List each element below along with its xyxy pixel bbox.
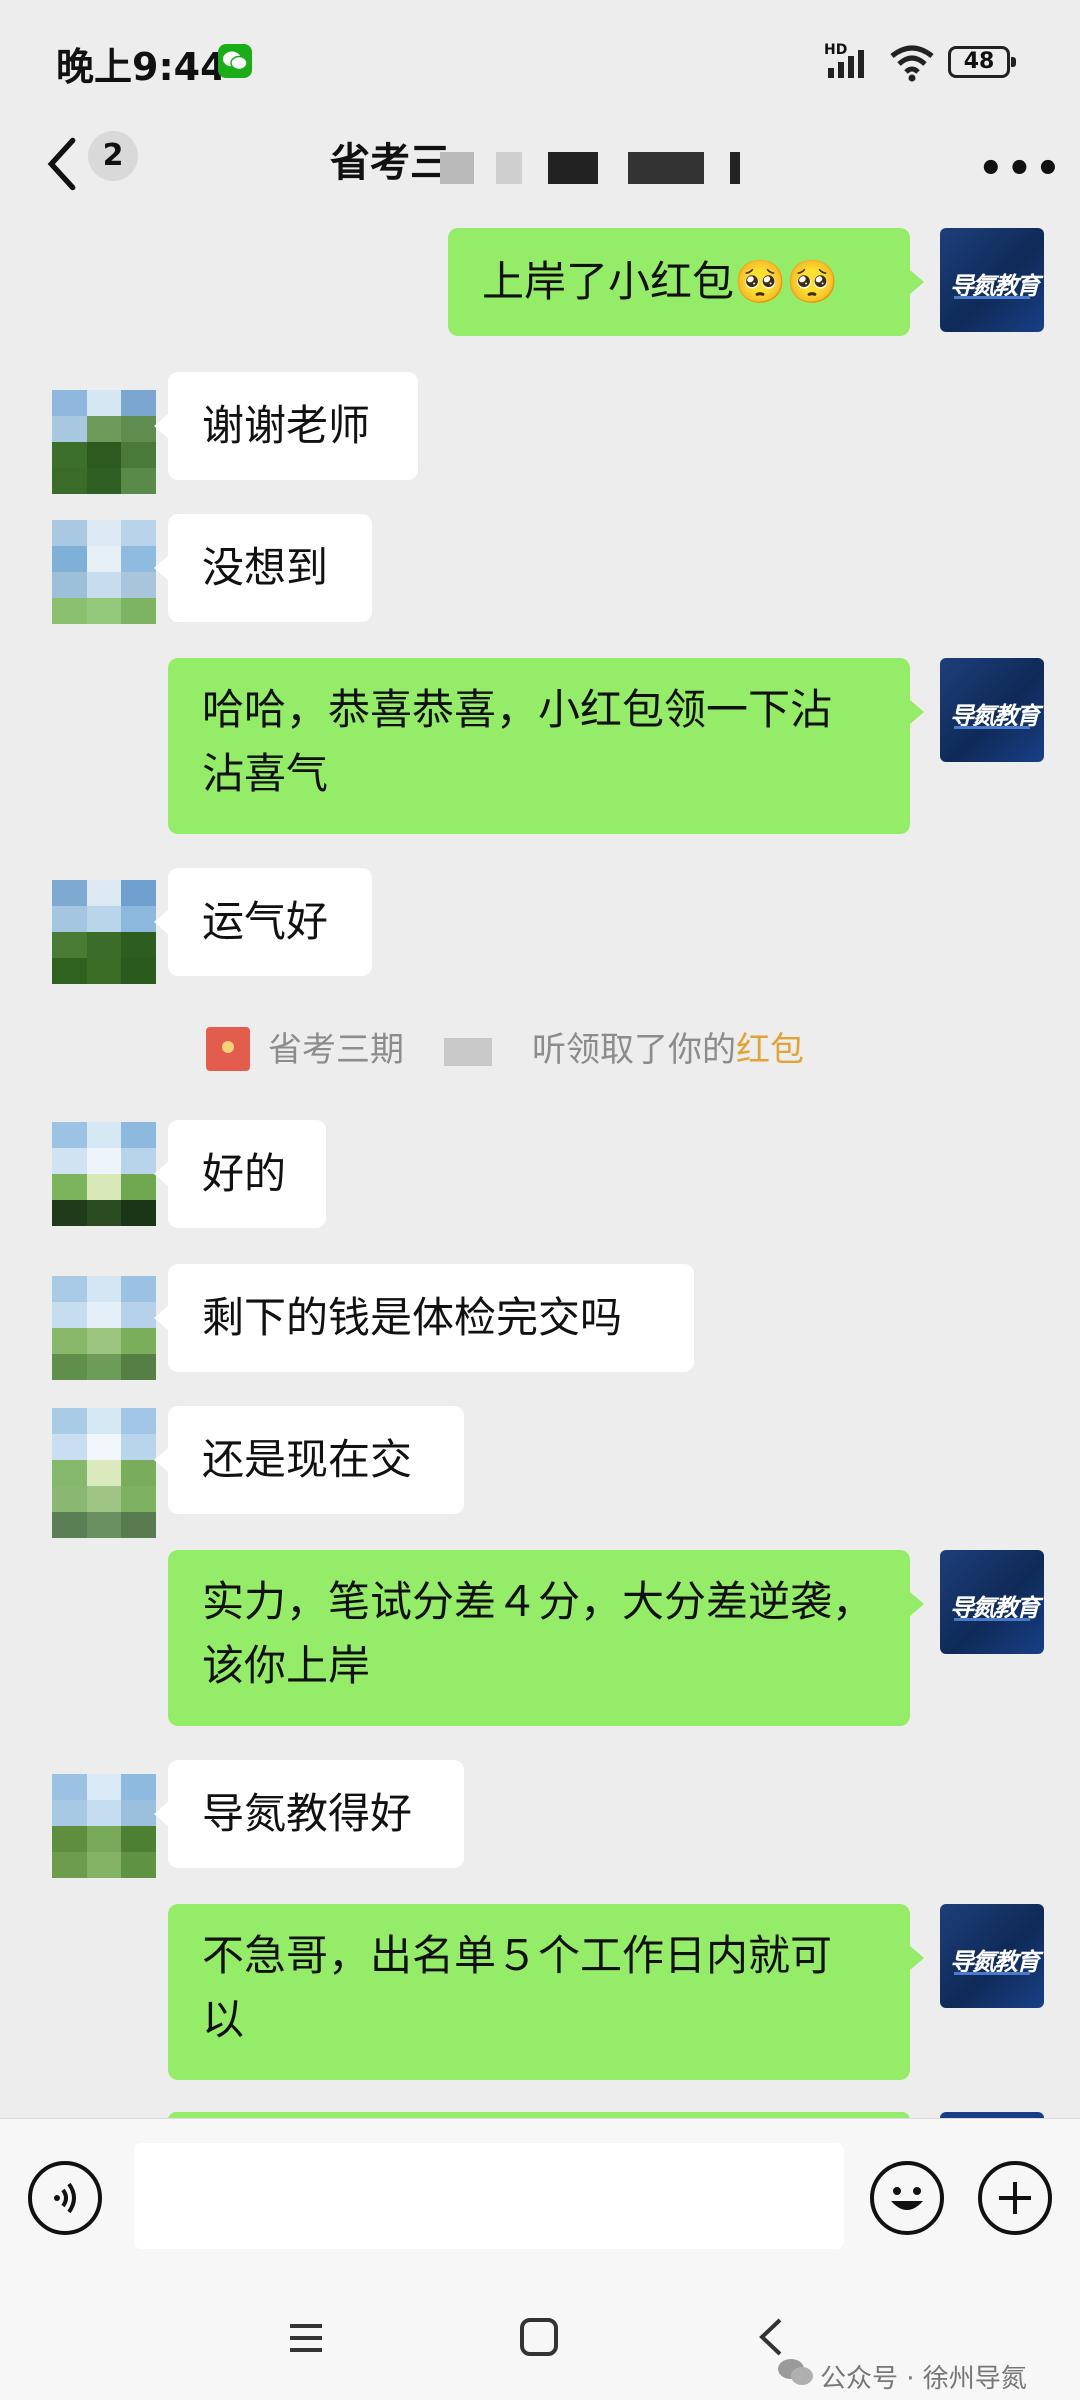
message-input[interactable] (134, 2143, 844, 2249)
wechat-notification-icon (218, 44, 252, 78)
system-message: 省考三期 听领取了你的红包 (268, 1022, 804, 1071)
plus-icon[interactable] (978, 2161, 1052, 2235)
message-bubble[interactable]: 哈哈，恭喜恭喜，小红包领一下沾 沾喜气 (168, 658, 924, 834)
chat-title: 省考三 (330, 140, 450, 186)
status-bar: 晚上9:44 HD 48 (0, 0, 1080, 125)
contact-avatar[interactable] (52, 880, 156, 984)
battery-indicator: 48 (948, 46, 1016, 78)
message-text-line: 哈哈，恭喜恭喜，小红包领一下沾 (202, 685, 833, 734)
message-text-line: 实力，笔试分差４分，大分差逆袭， (202, 1577, 875, 1626)
message-text: 导氮教得好 (202, 1789, 413, 1838)
message-text: 上岸了小红包🥺🥺 (482, 257, 839, 306)
my-avatar[interactable]: 导氮教育 (940, 228, 1044, 332)
watermark-text: 公众号 · 徐州导氮 (820, 2364, 1027, 2394)
title-redacted-block (496, 152, 522, 184)
contact-avatar[interactable] (52, 1122, 156, 1226)
message-bubble[interactable]: 剩下的钱是体检完交吗 (154, 1264, 694, 1372)
wifi-icon (890, 45, 934, 82)
message-text-line: 不急哥，出名单５个工作日内就可 (202, 1931, 833, 1980)
back-icon[interactable] (42, 134, 82, 194)
contact-avatar[interactable] (52, 1276, 156, 1380)
message-bubble[interactable]: 没想到 (154, 514, 372, 622)
title-redacted-block (440, 152, 474, 184)
message-text-line: 沾喜气 (202, 749, 329, 798)
system-message-middle: 听领取了你的 (532, 1030, 736, 1070)
message-bubble[interactable]: 好的 (154, 1120, 326, 1228)
menu-icon[interactable] (286, 2318, 326, 2358)
red-packet-link[interactable]: 红包 (736, 1030, 804, 1070)
message-bubble[interactable]: 谢谢老师 (154, 372, 418, 480)
wechat-watermark-icon (778, 2359, 813, 2385)
back-nav-icon[interactable] (756, 2316, 786, 2358)
system-message-prefix: 省考三期 (268, 1030, 404, 1070)
message-text-line: 以 (202, 1995, 245, 2044)
signal-icon (828, 50, 864, 78)
more-icon[interactable]: ••• (978, 146, 1064, 192)
contact-avatar[interactable] (52, 1408, 156, 1538)
my-avatar[interactable]: 导氮教育 (940, 658, 1044, 762)
message-text-line: 该你上岸 (202, 1641, 371, 1690)
input-bar (0, 2118, 1080, 2278)
message-text: 运气好 (202, 897, 329, 946)
home-icon[interactable] (518, 2316, 560, 2358)
title-redacted-block (628, 152, 704, 184)
message-text: 好的 (202, 1149, 287, 1198)
title-redacted-block (730, 152, 740, 184)
my-avatar[interactable]: 导氮教育 (940, 1904, 1044, 2008)
voice-icon[interactable] (28, 2161, 102, 2235)
contact-avatar[interactable] (52, 520, 156, 624)
contact-avatar[interactable] (52, 390, 156, 494)
message-text: 没想到 (202, 543, 329, 592)
title-redacted-block (548, 152, 598, 184)
message-text: 剩下的钱是体检完交吗 (202, 1293, 623, 1342)
contact-avatar[interactable] (52, 1774, 156, 1878)
my-avatar[interactable]: 导氮教育 (940, 1550, 1044, 1654)
message-bubble[interactable]: 上岸了小红包🥺🥺 (448, 228, 924, 336)
message-bubble[interactable]: 运气好 (154, 868, 372, 976)
message-bubble[interactable]: 不急哥，出名单５个工作日内就可 以 (168, 1904, 924, 2080)
unread-count-badge[interactable]: 2 (88, 131, 138, 181)
status-time: 晚上9:44 (56, 45, 227, 89)
emoji-icon[interactable] (870, 2161, 944, 2235)
message-bubble[interactable]: 导氮教得好 (154, 1760, 464, 1868)
message-bubble[interactable]: 还是现在交 (154, 1406, 464, 1514)
message-bubble[interactable]: 实力，笔试分差４分，大分差逆袭， 该你上岸 (168, 1550, 924, 1726)
message-text: 谢谢老师 (202, 401, 371, 450)
message-text: 还是现在交 (202, 1435, 413, 1484)
red-packet-icon (206, 1027, 250, 1071)
